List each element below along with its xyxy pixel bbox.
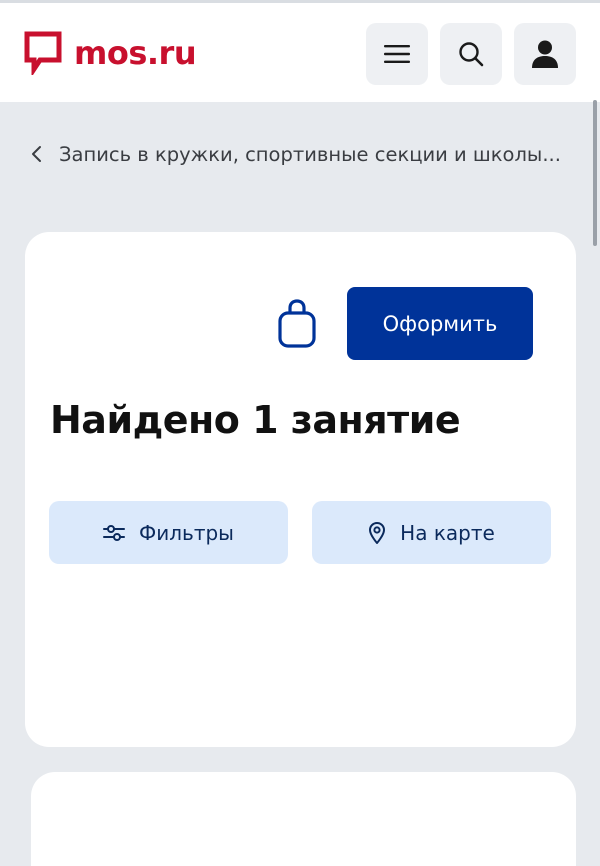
hamburger-menu-icon <box>384 45 410 63</box>
filters-button[interactable]: Фильтры <box>49 501 288 564</box>
breadcrumb-label[interactable]: Запись в кружки, спортивные секции и шко… <box>59 143 561 166</box>
profile-button[interactable] <box>514 23 576 85</box>
logo-text: mos.ru <box>74 34 197 72</box>
chevron-left-icon <box>32 146 41 162</box>
shopping-bag-icon[interactable] <box>277 299 317 349</box>
sliders-icon <box>103 524 126 541</box>
speech-bubble-logo-icon <box>24 31 62 75</box>
breadcrumb[interactable]: Запись в кружки, спортивные секции и шко… <box>30 138 561 170</box>
results-card: Оформить Найдено 1 занятие Фильтры На ка… <box>25 232 576 747</box>
search-icon <box>459 42 484 67</box>
mos-ru-logo[interactable]: mos.ru <box>24 31 197 75</box>
user-profile-icon <box>532 40 558 68</box>
order-button[interactable]: Оформить <box>347 287 533 360</box>
map-button[interactable]: На карте <box>312 501 551 564</box>
menu-button[interactable] <box>366 23 428 85</box>
map-pin-icon <box>369 522 386 544</box>
page-scrollbar[interactable] <box>593 100 597 246</box>
results-title: Найдено 1 занятие <box>50 398 461 442</box>
search-button[interactable] <box>440 23 502 85</box>
map-button-label: На карте <box>400 520 495 545</box>
filters-button-label: Фильтры <box>139 520 234 545</box>
result-item-card[interactable] <box>31 772 576 866</box>
site-header: mos.ru <box>0 3 600 102</box>
